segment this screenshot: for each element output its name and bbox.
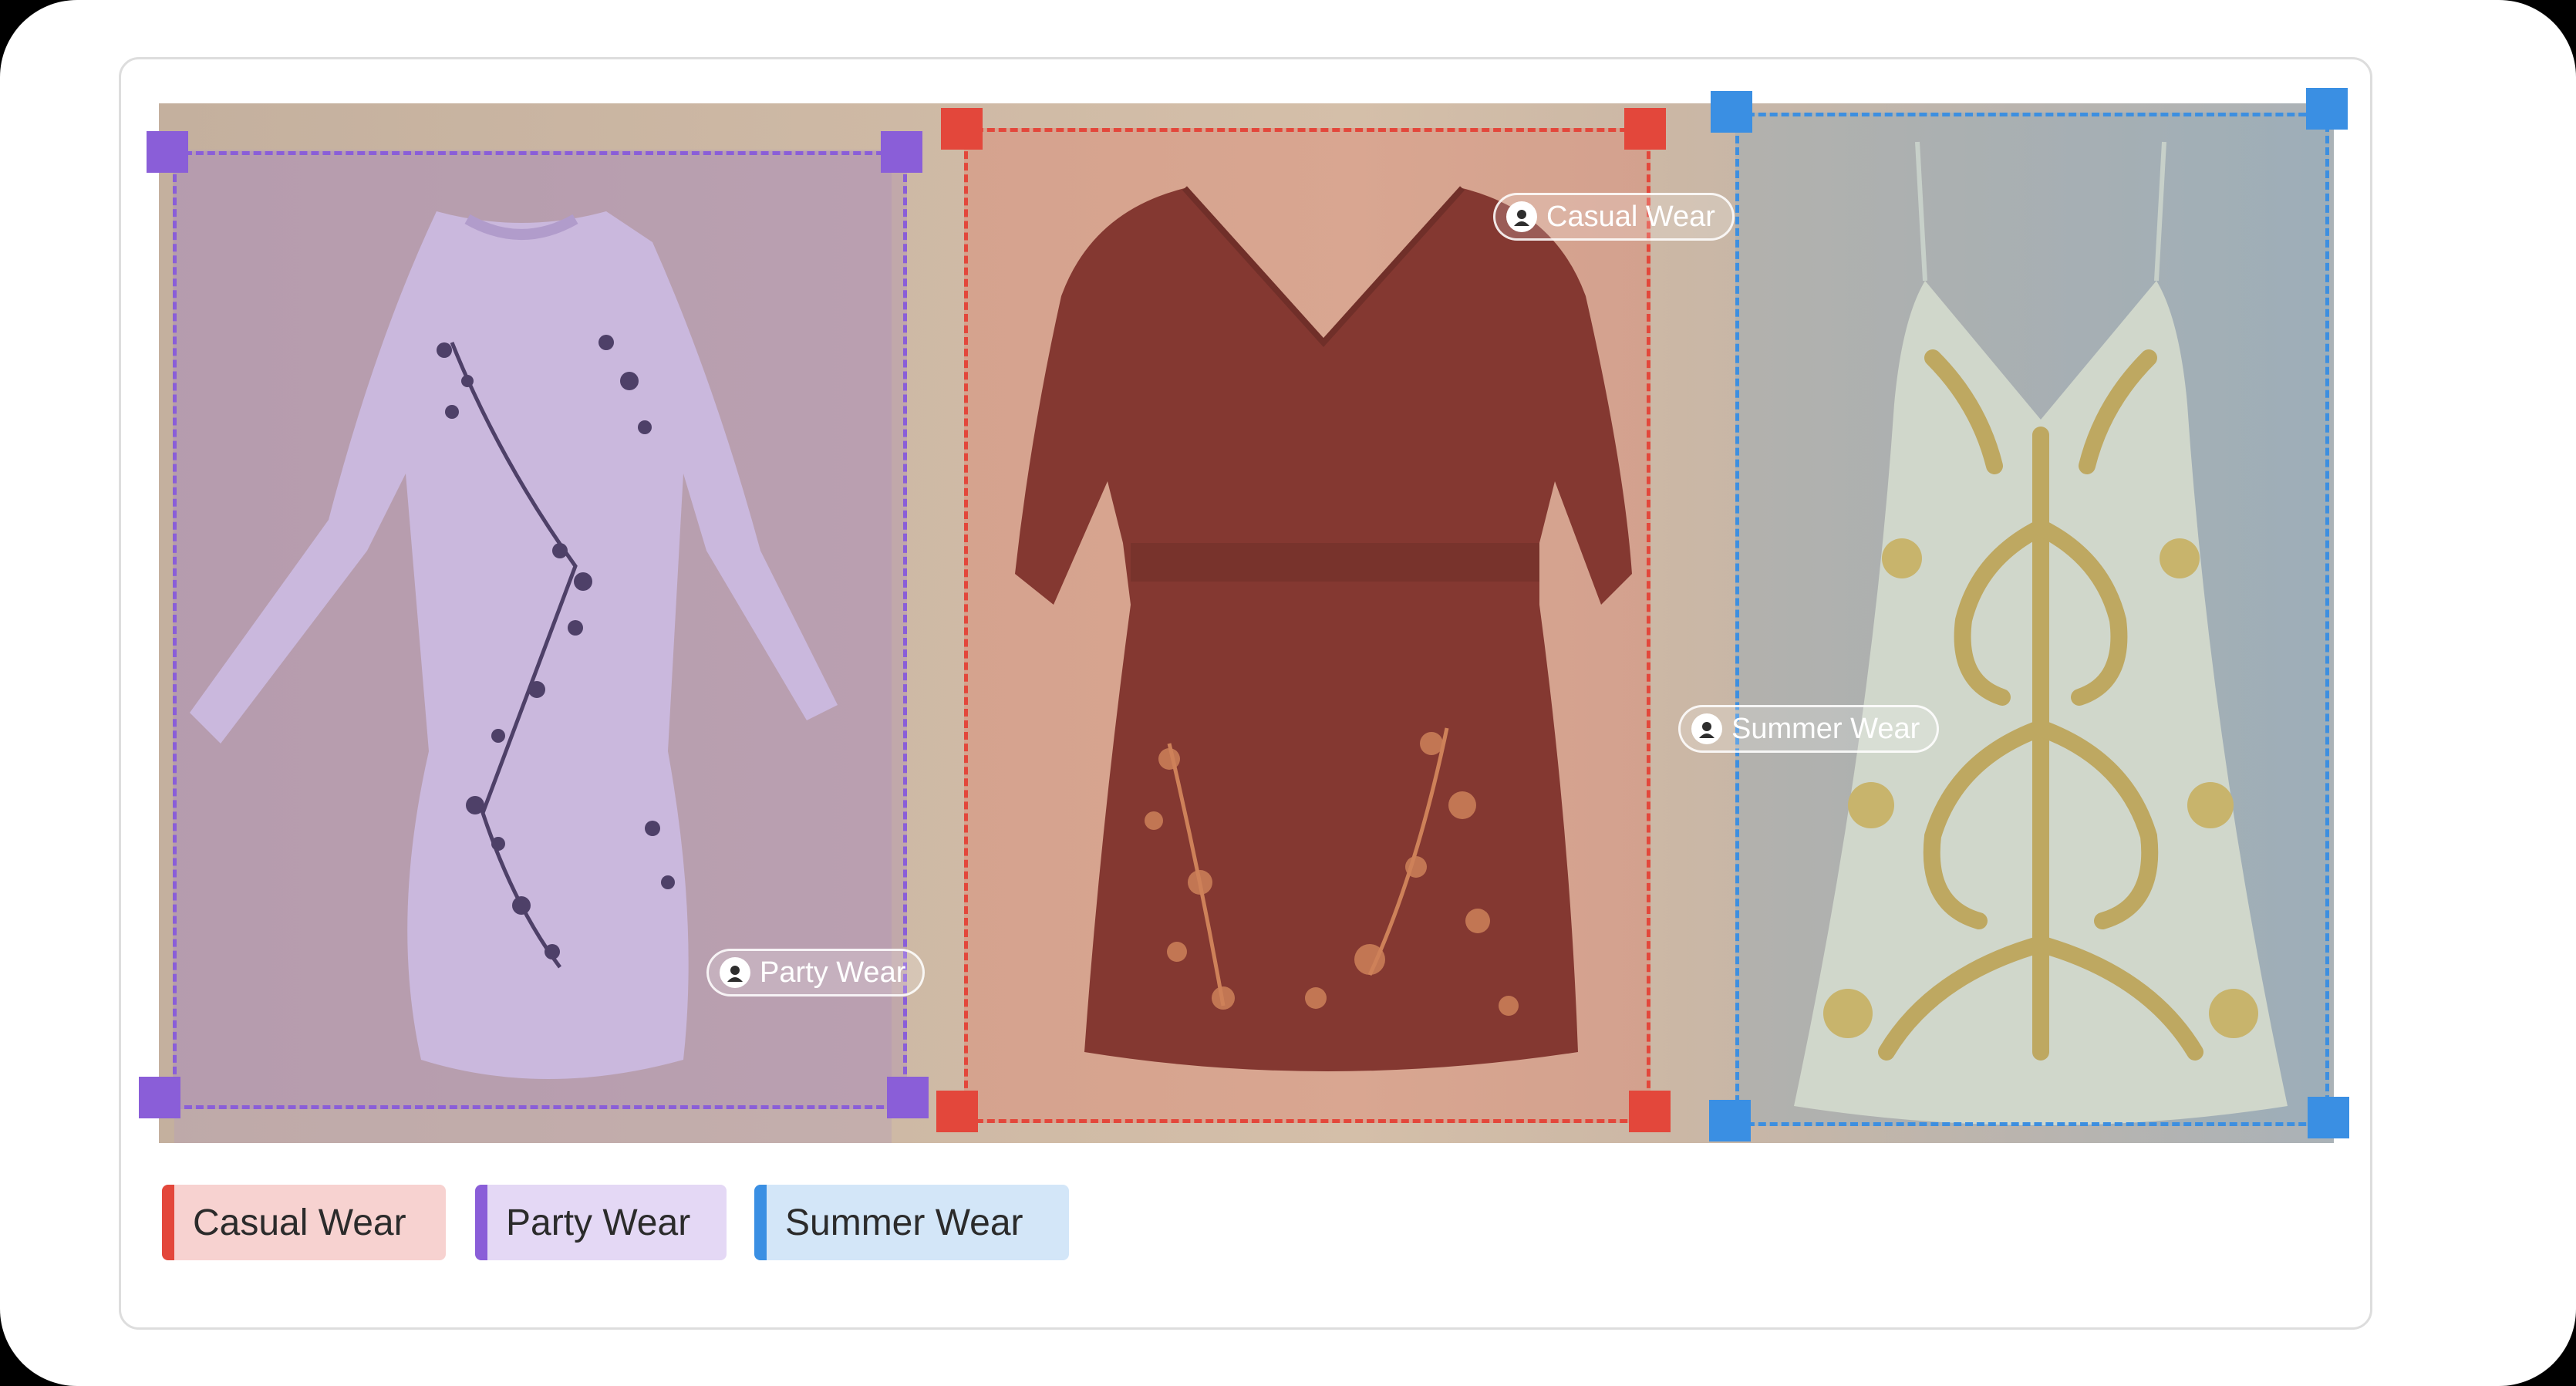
user-avatar-icon (1691, 713, 1722, 744)
casual-wear-region[interactable] (964, 128, 1650, 1123)
casual-wear-chip[interactable]: Casual Wear (1493, 193, 1735, 241)
summer-region-handle-top-left[interactable] (1711, 91, 1752, 133)
casual-region-handle-top-left[interactable] (941, 108, 983, 150)
legend-tag-summer-wear[interactable]: Summer Wear (754, 1185, 1069, 1260)
casual-region-handle-bottom-right[interactable] (1629, 1091, 1671, 1132)
party-wear-chip[interactable]: Party Wear (706, 949, 926, 997)
legend-tag-label: Summer Wear (785, 1202, 1023, 1243)
user-avatar-icon (720, 957, 750, 988)
legend-tag-party-wear[interactable]: Party Wear (475, 1185, 727, 1260)
legend-tag-label: Party Wear (506, 1202, 691, 1243)
casual-wear-chip-label: Casual Wear (1546, 200, 1715, 233)
summer-wear-chip-label: Summer Wear (1731, 712, 1920, 745)
party-region-handle-top-left[interactable] (147, 131, 188, 173)
summer-wear-region[interactable] (1735, 113, 2329, 1126)
app-frame: Party Wear Casual Wear Summer Wear Casua… (0, 0, 2576, 1386)
legend-tag-label: Casual Wear (193, 1202, 406, 1243)
party-region-handle-bottom-left[interactable] (139, 1077, 180, 1118)
legend-tag-casual-wear[interactable]: Casual Wear (162, 1185, 446, 1260)
summer-region-handle-top-right[interactable] (2306, 88, 2348, 130)
party-wear-chip-label: Party Wear (760, 956, 906, 989)
user-avatar-icon (1506, 201, 1537, 232)
legend-color-bar (162, 1185, 174, 1260)
summer-region-handle-bottom-left[interactable] (1709, 1100, 1751, 1142)
casual-region-handle-bottom-left[interactable] (936, 1091, 978, 1132)
legend-color-bar (754, 1185, 767, 1260)
party-region-handle-top-right[interactable] (881, 131, 922, 173)
casual-region-handle-top-right[interactable] (1624, 108, 1666, 150)
party-region-handle-bottom-right[interactable] (887, 1077, 929, 1118)
summer-region-handle-bottom-right[interactable] (2308, 1097, 2349, 1138)
summer-wear-chip[interactable]: Summer Wear (1678, 705, 1940, 753)
legend-color-bar (475, 1185, 487, 1260)
